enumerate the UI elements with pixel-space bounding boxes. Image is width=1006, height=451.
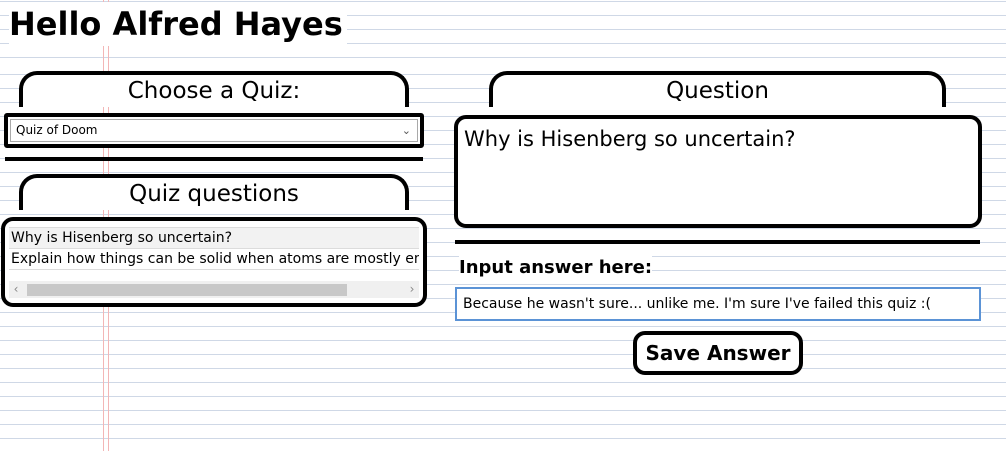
quiz-select-frame: Quiz of Doom ⌄ <box>4 113 424 148</box>
quiz-select-value: Quiz of Doom <box>16 123 98 137</box>
left-divider <box>5 157 423 161</box>
quiz-questions-list[interactable]: Why is Hisenberg so uncertain? Explain h… <box>9 227 419 270</box>
question-text: Why is Hisenberg so uncertain? <box>464 127 796 151</box>
question-display: Why is Hisenberg so uncertain? <box>454 115 982 228</box>
scroll-right-icon[interactable]: › <box>405 281 419 298</box>
quiz-question-item[interactable]: Explain how things can be solid when ato… <box>9 249 419 270</box>
question-header: Question <box>489 71 946 107</box>
quiz-questions-list-frame: Why is Hisenberg so uncertain? Explain h… <box>1 217 427 307</box>
scroll-left-icon[interactable]: ‹ <box>9 281 23 298</box>
quiz-questions-header: Quiz questions <box>19 174 409 210</box>
save-answer-button[interactable]: Save Answer <box>633 331 803 375</box>
chevron-down-icon[interactable]: ⌄ <box>402 120 411 141</box>
quiz-select[interactable]: Quiz of Doom ⌄ <box>10 119 418 142</box>
scrollbar-thumb[interactable] <box>27 284 347 296</box>
choose-quiz-header: Choose a Quiz: <box>19 71 409 107</box>
answer-label: Input answer here: <box>459 256 653 280</box>
greeting-title: Hello Alfred Hayes <box>9 2 347 46</box>
quiz-question-item[interactable]: Why is Hisenberg so uncertain? <box>9 227 419 249</box>
right-divider <box>455 240 980 244</box>
answer-input[interactable] <box>455 287 981 321</box>
horizontal-scrollbar[interactable]: ‹ › <box>9 281 419 298</box>
